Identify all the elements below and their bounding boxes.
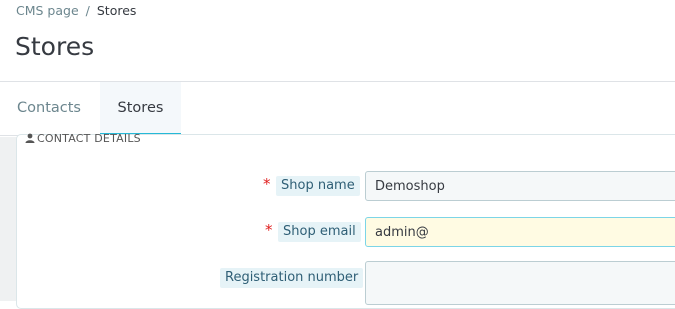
tab-contacts[interactable]: Contacts: [0, 82, 98, 136]
shop-name-label: Shop name: [276, 176, 360, 196]
required-marker: *: [263, 175, 271, 193]
breadcrumb-item-cms-page[interactable]: CMS page: [16, 3, 79, 18]
user-icon: [25, 133, 35, 147]
form-row-shop-name: * Shop name: [0, 169, 675, 201]
form-row-shop-email: * Shop email: [0, 215, 675, 247]
required-marker: *: [265, 221, 273, 239]
panel-heading: CONTACT DETAILS: [25, 132, 141, 147]
breadcrumb: CMS page / Stores: [16, 3, 136, 19]
breadcrumb-separator: /: [85, 3, 90, 18]
tab-bar: Contacts Stores: [0, 82, 675, 136]
form-row-registration-number: Registration number: [0, 261, 675, 305]
panel-heading-label: CONTACT DETAILS: [37, 132, 141, 145]
shop-email-input[interactable]: [365, 217, 675, 247]
page-header: CMS page / Stores Stores: [0, 0, 675, 82]
registration-number-textarea[interactable]: [365, 261, 675, 305]
shop-email-label: Shop email: [278, 222, 361, 242]
breadcrumb-item-current: Stores: [96, 3, 137, 18]
registration-number-label: Registration number: [220, 268, 364, 288]
tab-stores[interactable]: Stores: [100, 82, 181, 136]
shop-name-input[interactable]: [365, 171, 675, 201]
page-title: Stores: [15, 32, 95, 61]
